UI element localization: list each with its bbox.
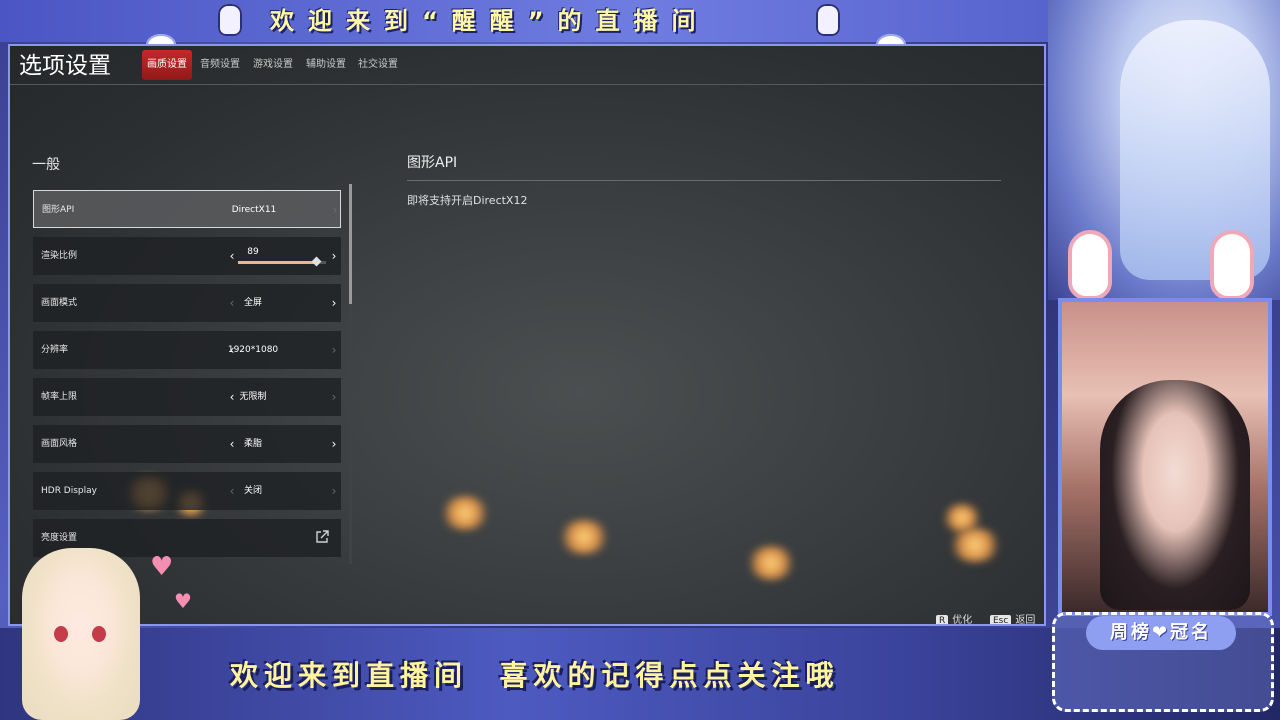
- mascot-eye: [92, 626, 106, 642]
- cat-mascot-icon: [816, 4, 840, 36]
- setting-value: 柔脂: [243, 439, 262, 449]
- setting-label: 画面风格: [41, 439, 78, 449]
- stream-bottom-text: 欢迎来到直播间 喜欢的记得点点关注哦: [230, 659, 840, 692]
- hint-label: 返回: [1015, 615, 1036, 626]
- setting-row-fps-limit[interactable]: 帧率上限 ‹ 无限制 ›: [33, 378, 341, 416]
- game-window: 选项设置 画质设置 音频设置 游戏设置 辅助设置 社交设置 一般 图形API ‹…: [8, 44, 1046, 626]
- setting-label: 帧率上限: [41, 392, 78, 402]
- chevron-right-icon[interactable]: ›: [327, 472, 341, 510]
- tab-audio[interactable]: 音频设置: [196, 50, 244, 80]
- section-title: 一般: [32, 157, 60, 173]
- chevron-right-icon[interactable]: ›: [327, 378, 341, 416]
- external-link-icon[interactable]: [315, 530, 329, 544]
- setting-row-hdr-display[interactable]: HDR Display ‹ 关闭 ›: [33, 472, 341, 510]
- render-scale-slider[interactable]: [238, 256, 326, 267]
- key-esc: Esc: [990, 615, 1012, 624]
- detail-description: 即将支持开启DirectX12: [407, 194, 528, 207]
- setting-value: 全屏: [243, 298, 262, 308]
- setting-value: 89: [247, 247, 259, 257]
- setting-label: 渲染比例: [41, 251, 78, 261]
- setting-value: 无限制: [239, 392, 267, 402]
- setting-value: DirectX11: [231, 205, 277, 215]
- chevron-right-icon[interactable]: ›: [327, 237, 341, 275]
- setting-label: 图形API: [42, 205, 75, 215]
- header-divider: [10, 84, 1044, 85]
- lantern-glow: [558, 520, 610, 554]
- setting-value: 1920*1080: [227, 345, 279, 355]
- bunny-ear-icon: [1210, 230, 1254, 300]
- stream-banner-title: 欢迎来到“醒醒”的直播间: [270, 7, 710, 35]
- chevron-right-icon[interactable]: ›: [328, 191, 342, 229]
- heart-icon: ♥: [174, 589, 192, 613]
- setting-row-display-mode[interactable]: 画面模式 ‹ 全屏 ›: [33, 284, 341, 322]
- lantern-glow: [948, 528, 1002, 562]
- setting-row-visual-style[interactable]: 画面风格 ‹ 柔脂 ›: [33, 425, 341, 463]
- key-r: R: [936, 615, 949, 624]
- setting-row-resolution[interactable]: 分辨率 ‹ 1920*1080 ›: [33, 331, 341, 369]
- heart-icon: ♥: [150, 552, 174, 582]
- slider-handle[interactable]: [311, 256, 322, 267]
- cat-mascot-icon: [218, 4, 242, 36]
- chevron-right-icon[interactable]: ›: [327, 425, 341, 463]
- hint-back[interactable]: Esc 返回: [990, 614, 1036, 626]
- lantern-glow: [746, 546, 796, 580]
- slider-fill: [238, 261, 317, 264]
- cat-girl-mascot: [22, 548, 140, 720]
- setting-value: 关闭: [243, 486, 262, 496]
- chevron-right-icon[interactable]: ›: [327, 284, 341, 322]
- streamer: [1100, 380, 1250, 610]
- hint-label: 优化: [952, 615, 973, 626]
- settings-scrollbar[interactable]: [349, 184, 352, 564]
- setting-row-render-scale[interactable]: 渲染比例 ‹ 89 ›: [33, 237, 341, 275]
- tab-game[interactable]: 游戏设置: [249, 50, 297, 80]
- mascot-eye: [54, 626, 68, 642]
- lantern-glow: [440, 496, 490, 530]
- detail-divider: [407, 180, 1001, 181]
- setting-label: 画面模式: [41, 298, 78, 308]
- scrollbar-thumb[interactable]: [349, 184, 352, 304]
- tab-social[interactable]: 社交设置: [354, 50, 402, 80]
- bunny-ear-icon: [1068, 230, 1112, 300]
- setting-label: HDR Display: [41, 486, 97, 496]
- tab-graphics[interactable]: 画质设置: [142, 50, 192, 80]
- setting-label: 分辨率: [41, 345, 69, 355]
- hint-optimize[interactable]: R 优化: [936, 614, 973, 626]
- weekly-rank-title: 周榜❤冠名: [1086, 616, 1236, 650]
- tab-assist[interactable]: 辅助设置: [302, 50, 350, 80]
- setting-row-graphics-api[interactable]: 图形API ‹ DirectX11 ›: [33, 190, 341, 228]
- detail-title: 图形API: [407, 155, 458, 171]
- chevron-right-icon[interactable]: ›: [327, 331, 341, 369]
- page-title: 选项设置: [19, 53, 111, 79]
